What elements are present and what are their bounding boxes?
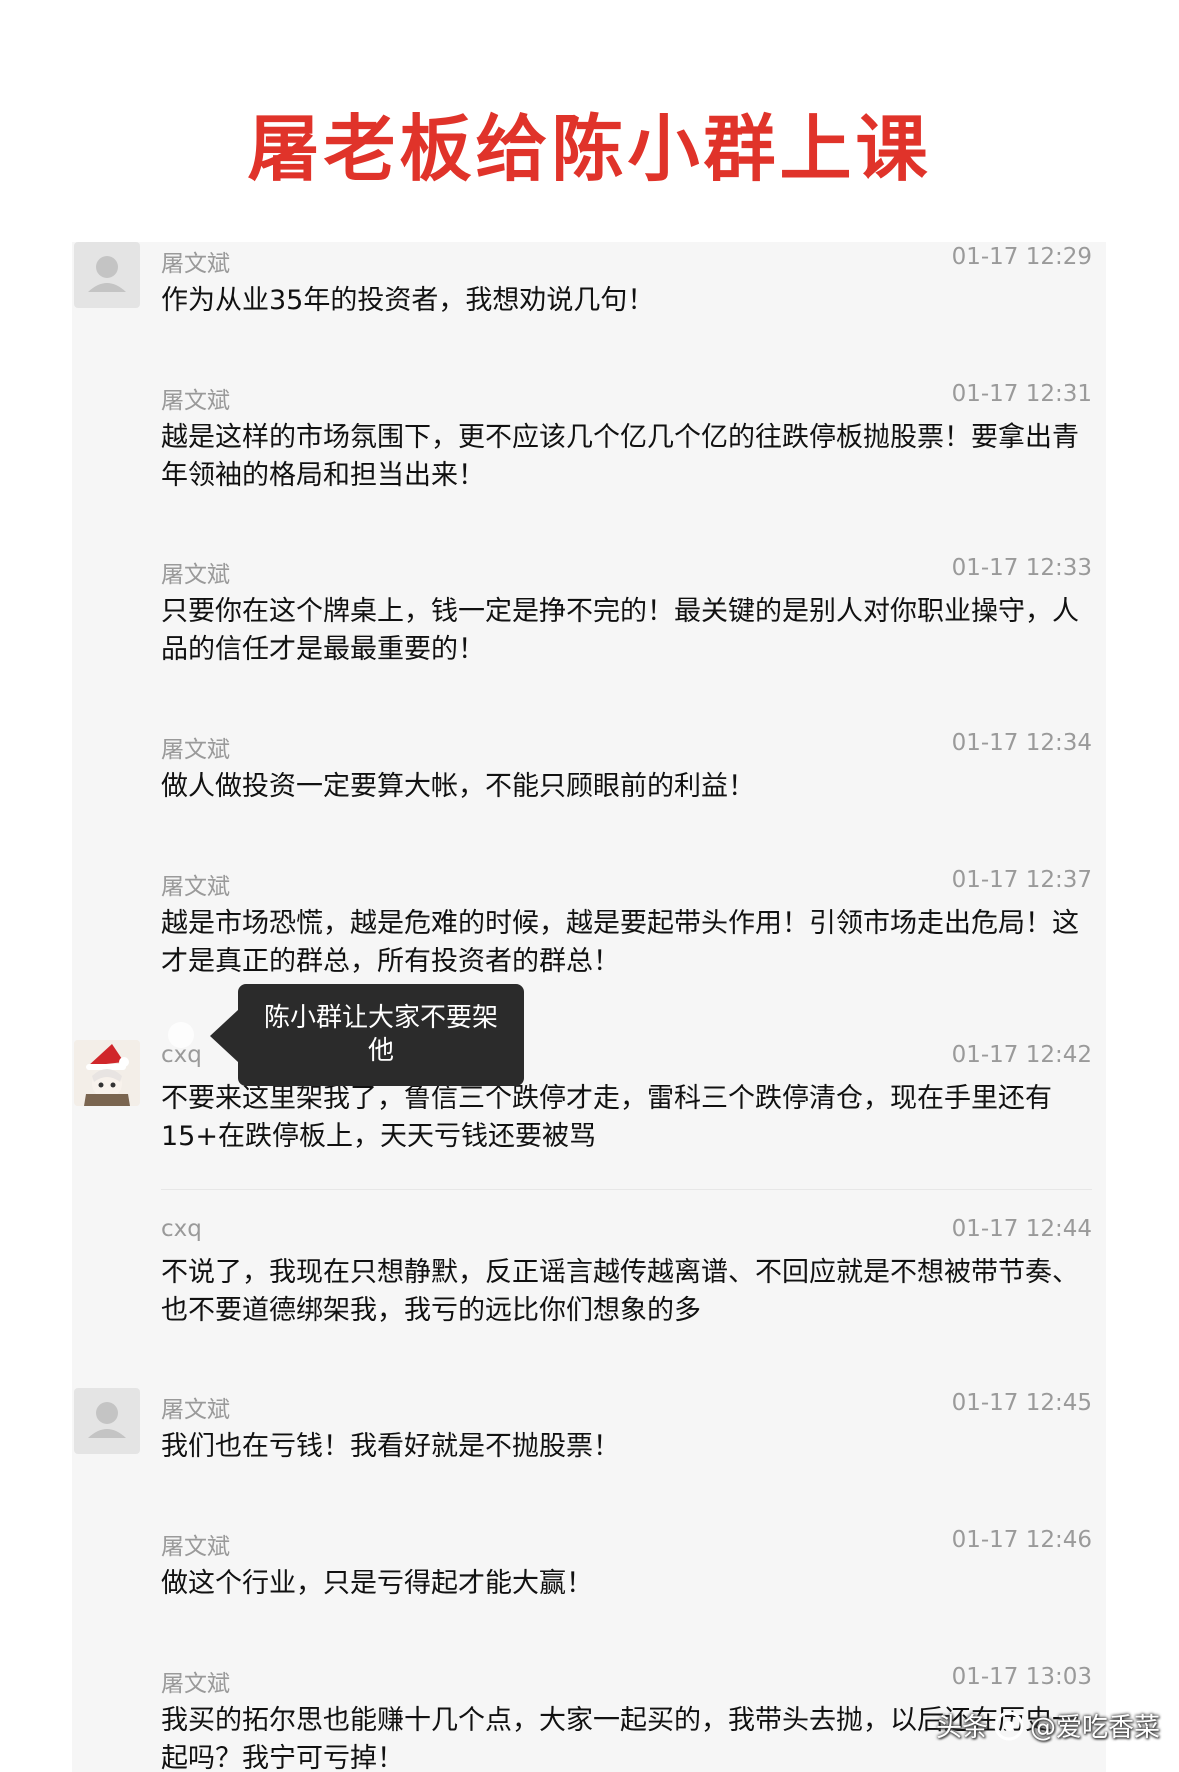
comment-author[interactable]: 屠文斌	[161, 555, 230, 589]
comment-time: 01-17 12:44	[951, 1216, 1092, 1242]
comment-text: 做人做投资一定要算大帐，不能只顾眼前的利益！	[161, 771, 755, 802]
comment-time: 01-17 12:46	[951, 1527, 1092, 1553]
comment-author[interactable]: 屠文斌	[161, 381, 230, 415]
anime-avatar-icon[interactable]	[74, 1040, 140, 1106]
comment-time: 01-17 12:31	[951, 381, 1092, 407]
comment-author[interactable]: 屠文斌	[161, 1527, 230, 1561]
comment-text: 作为从业35年的投资者，我想劝说几句！	[161, 285, 655, 316]
comment-author[interactable]: 屠文斌	[161, 1390, 230, 1424]
comment-time: 01-17 12:29	[951, 244, 1092, 270]
comment-text: 我们也在亏钱！我看好就是不抛股票！	[161, 1431, 620, 1462]
comment-time: 01-17 12:45	[951, 1390, 1092, 1416]
tooltip-anchor-dot	[168, 1022, 194, 1048]
comment-time: 01-17 12:34	[951, 730, 1092, 756]
comment-author[interactable]: 屠文斌	[161, 1664, 230, 1698]
comment-text: 做这个行业，只是亏得起才能大赢！	[161, 1568, 593, 1599]
comment-author[interactable]: 屠文斌	[161, 730, 230, 764]
comment-time: 01-17 12:42	[951, 1042, 1092, 1068]
comment-author[interactable]: 屠文斌	[161, 244, 230, 278]
default-avatar-icon[interactable]	[74, 242, 140, 308]
annotation-text: 陈小群让大家不要架他	[263, 1003, 498, 1066]
watermark-handle: @爱吃香菜	[1030, 1713, 1161, 1743]
divider	[161, 1189, 1092, 1190]
default-avatar-icon[interactable]	[74, 1388, 140, 1454]
watermark: 头条 @爱吃香菜	[936, 1707, 1160, 1744]
comment-text: 不说了，我现在只想静默，反正谣言越传越离谱、不回应就是不想被带节奏、也不要道德绑…	[161, 1257, 1079, 1326]
comment-text: 只要你在这个牌桌上，钱一定是挣不完的！最关键的是别人对你职业操守，人品的信任才是…	[161, 596, 1079, 665]
comment-text: 不要来这里架我了，鲁信三个跌停才走，雷科三个跌停清仓，现在手里还有15+在跌停板…	[161, 1083, 1052, 1152]
watermark-prefix: 头条	[936, 1713, 989, 1743]
comment-thread: 屠文斌 01-17 12:29 作为从业35年的投资者，我想劝说几句！ 屠文斌 …	[72, 242, 1106, 1772]
comment-author[interactable]: 屠文斌	[161, 867, 230, 901]
camera-icon	[992, 1709, 1026, 1743]
comment-text: 越是市场恐慌，越是危难的时候，越是要起带头作用！引领市场走出危局！这才是真正的群…	[161, 908, 1079, 977]
page-title: 屠老板给陈小群上课	[247, 107, 932, 191]
comment-time: 01-17 13:03	[951, 1664, 1092, 1690]
comment-time: 01-17 12:37	[951, 867, 1092, 893]
comment-author[interactable]: cxq	[161, 1216, 202, 1242]
comment-text: 越是这样的市场氛围下，更不应该几个亿几个亿的往跌停板抛股票！要拿出青年领袖的格局…	[161, 422, 1079, 491]
comment-time: 01-17 12:33	[951, 555, 1092, 581]
annotation-callout: 陈小群让大家不要架他	[210, 984, 524, 1086]
